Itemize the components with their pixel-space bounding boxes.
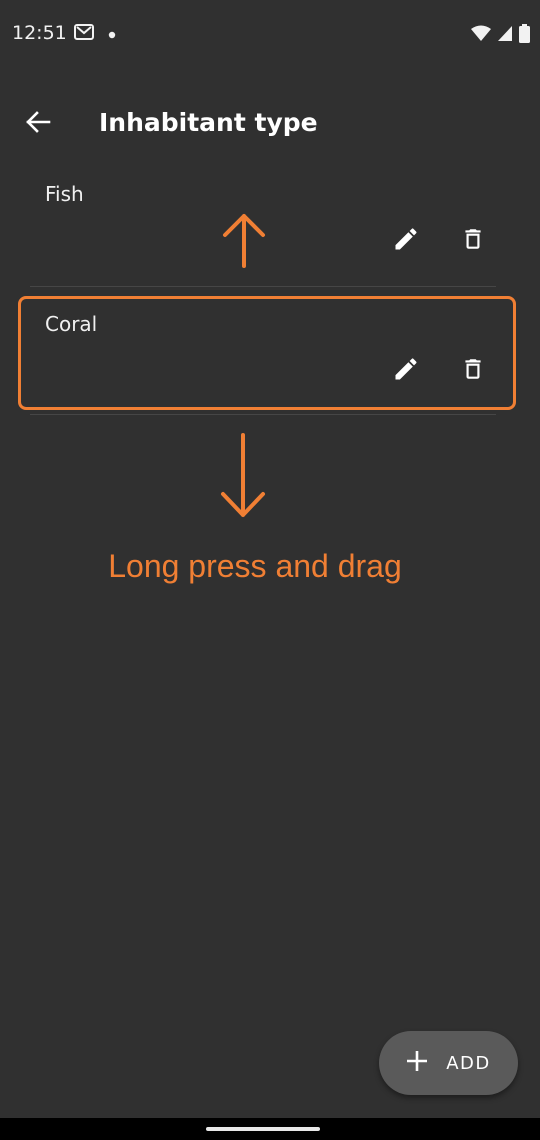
add-button-label: ADD	[446, 1052, 491, 1074]
item-label: Fish	[45, 182, 84, 206]
down-arrow-annotation-icon	[220, 433, 266, 524]
pencil-icon	[392, 225, 420, 258]
list-item-fish[interactable]: Fish	[0, 170, 540, 287]
list-divider	[30, 286, 496, 287]
arrow-back-icon	[25, 110, 51, 139]
drag-highlight-box	[18, 296, 516, 410]
gmail-icon	[74, 24, 94, 45]
back-button[interactable]	[14, 102, 62, 146]
status-system-icons	[471, 24, 530, 48]
add-button[interactable]: ADD	[379, 1031, 518, 1095]
plus-icon	[406, 1050, 428, 1077]
item-actions	[391, 226, 488, 256]
page-title: Inhabitant type	[99, 108, 318, 137]
battery-icon	[519, 24, 530, 48]
edit-button[interactable]	[391, 226, 421, 256]
annotation-text: Long press and drag	[108, 548, 402, 584]
home-handle[interactable]	[206, 1127, 320, 1131]
delete-button[interactable]	[458, 226, 488, 256]
notification-dot-icon	[108, 26, 116, 44]
status-bar: 12:51	[0, 0, 540, 68]
status-time: 12:51	[12, 22, 67, 44]
trash-icon	[460, 225, 486, 258]
status-notification-icons	[74, 24, 116, 45]
up-arrow-annotation-icon	[222, 212, 266, 273]
navigation-bar	[0, 1118, 540, 1140]
app-bar: Inhabitant type	[0, 90, 540, 158]
wifi-icon	[471, 25, 491, 47]
list-divider	[30, 414, 496, 415]
signal-icon	[497, 25, 513, 47]
